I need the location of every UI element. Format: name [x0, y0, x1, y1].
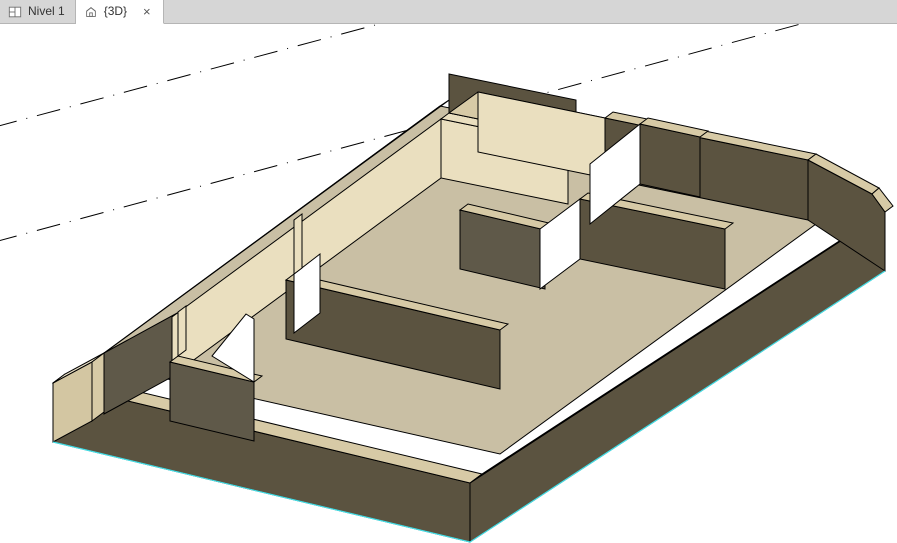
3d-viewport[interactable]: [0, 24, 897, 543]
model-canvas: [0, 24, 897, 543]
tab-label: {3D}: [104, 0, 127, 23]
tab-nivel-1[interactable]: Nivel 1: [0, 0, 76, 23]
tab-3d[interactable]: {3D} ×: [76, 0, 164, 24]
floorplan-icon: [8, 5, 22, 19]
view-tab-bar: Nivel 1 {3D} ×: [0, 0, 897, 24]
close-icon[interactable]: ×: [141, 5, 153, 18]
tab-label: Nivel 1: [28, 0, 65, 23]
house-3d-icon: [84, 5, 98, 19]
